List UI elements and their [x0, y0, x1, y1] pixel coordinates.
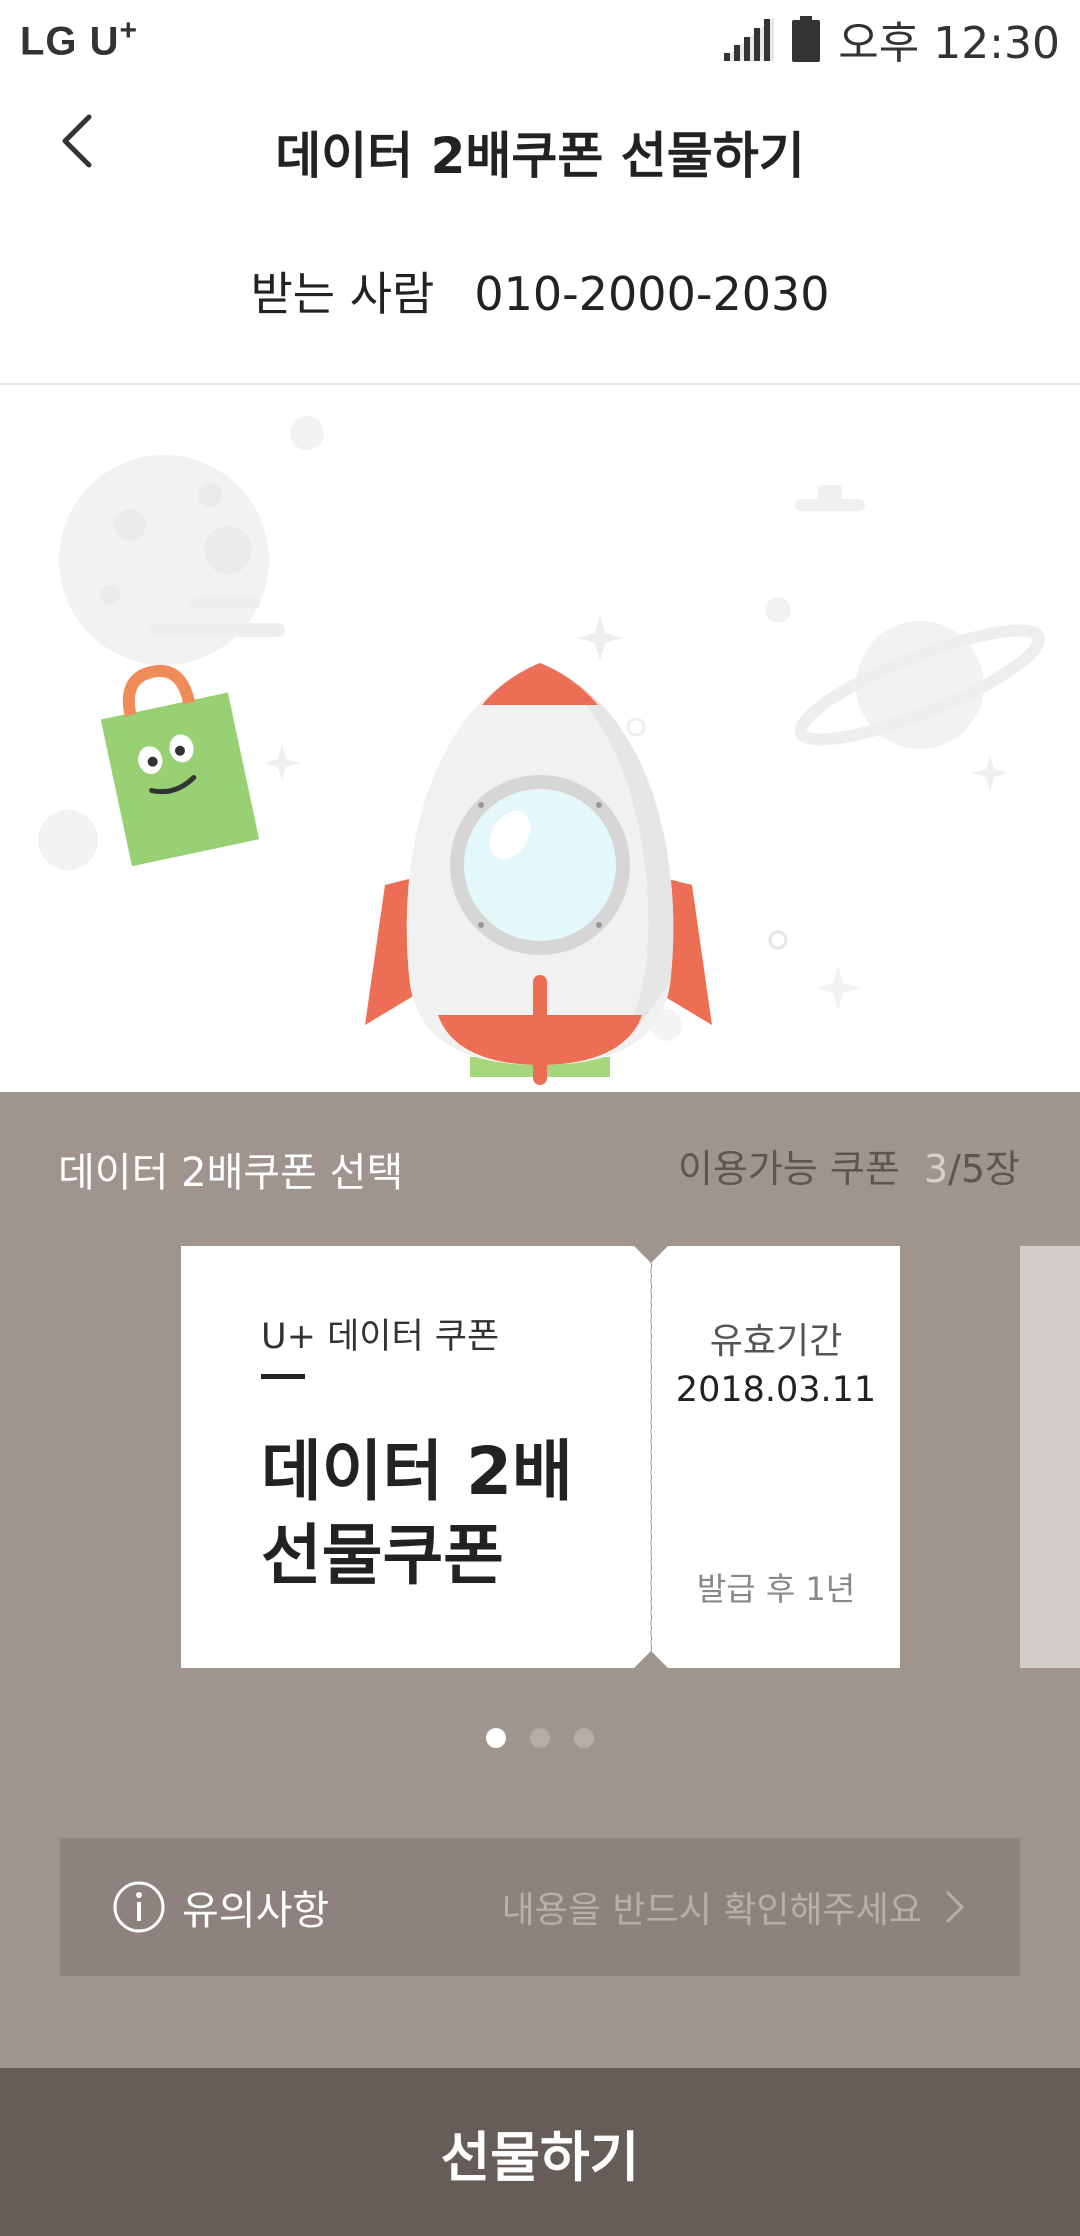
coupon-name-line1: 데이터 2배: [261, 1433, 573, 1510]
carrier-logo: LG U+: [20, 14, 138, 64]
pager-dot-3[interactable]: [574, 1728, 594, 1748]
info-icon: [113, 1881, 165, 1933]
recipient-label: 받는 사람: [250, 267, 435, 321]
header: 데이터 2배쿠폰 선물하기: [0, 78, 1080, 218]
validity-date: 2018.03.11: [675, 1370, 877, 1410]
page-title: 데이터 2배쿠폰 선물하기: [275, 127, 805, 185]
coupon-name: 데이터 2배 선물쿠폰: [261, 1430, 641, 1598]
status-bar: LG U+ 오후 12:30: [0, 0, 1080, 78]
status-indicators: 오후 12:30: [722, 7, 1060, 71]
next-coupon-card[interactable]: [1020, 1246, 1080, 1668]
recipient-info: 받는 사람 010-2000-2030: [0, 258, 1080, 324]
pager-dot-1[interactable]: [486, 1728, 506, 1748]
validity-label: 유효기간: [709, 1321, 843, 1362]
coupon-card[interactable]: U+ 데이터 쿠폰 데이터 2배 선물쿠폰 유효기간 2018.03.11 발급…: [181, 1229, 900, 1685]
notice-description: 내용을 반드시 확인해주세요: [501, 1890, 922, 1931]
available-current-count: 3: [923, 1147, 949, 1191]
validity-note: 발급 후 1년: [696, 1570, 856, 1608]
coupon-perforation: [650, 1258, 652, 1656]
signal-icon: [722, 17, 775, 61]
coupon-selection-section: 데이터 2배쿠폰 선택 이용가능 쿠폰 3/5장 U+ 데이터 쿠폰 데이터 2배…: [0, 1092, 1080, 2068]
notice-button[interactable]: 유의사항 내용을 반드시 확인해주세요: [60, 1838, 1020, 1976]
gift-button-label: 선물하기: [440, 2125, 640, 2189]
illustration-svg: [38, 416, 1046, 1085]
available-total-count: /5장: [948, 1147, 1020, 1191]
available-coupons: 이용가능 쿠폰 3/5장: [678, 1138, 1020, 1193]
coupon-dash: [261, 1374, 305, 1379]
coupon-main-panel: U+ 데이터 쿠폰 데이터 2배 선물쿠폰: [181, 1246, 651, 1668]
available-label: 이용가능 쿠폰: [678, 1147, 900, 1191]
clock: 오후 12:30: [838, 18, 1060, 69]
carrier-name: LG U: [20, 19, 120, 64]
notice-title: 유의사항: [182, 1888, 330, 1934]
chevron-right-icon: [946, 1891, 964, 1923]
recipient-phone: 010-2000-2030: [474, 267, 830, 321]
coupon-category: U+ 데이터 쿠폰: [261, 1317, 500, 1357]
moon-shape: [59, 455, 285, 665]
section-title: 데이터 2배쿠폰 선택: [58, 1150, 404, 1196]
carousel-pager: [0, 1728, 1080, 1748]
gift-button[interactable]: 선물하기: [0, 2068, 1080, 2236]
coupon-name-line2: 선물쿠폰: [261, 1517, 504, 1594]
coupon-validity-panel: 유효기간 2018.03.11 발급 후 1년: [652, 1246, 900, 1668]
battery-icon: [792, 16, 821, 62]
pager-dot-2[interactable]: [530, 1728, 550, 1748]
carrier-plus: +: [119, 13, 139, 47]
gift-bag-character: [100, 664, 260, 867]
planet-shape: [794, 621, 1046, 749]
rocket-illustration: [0, 385, 1080, 1092]
